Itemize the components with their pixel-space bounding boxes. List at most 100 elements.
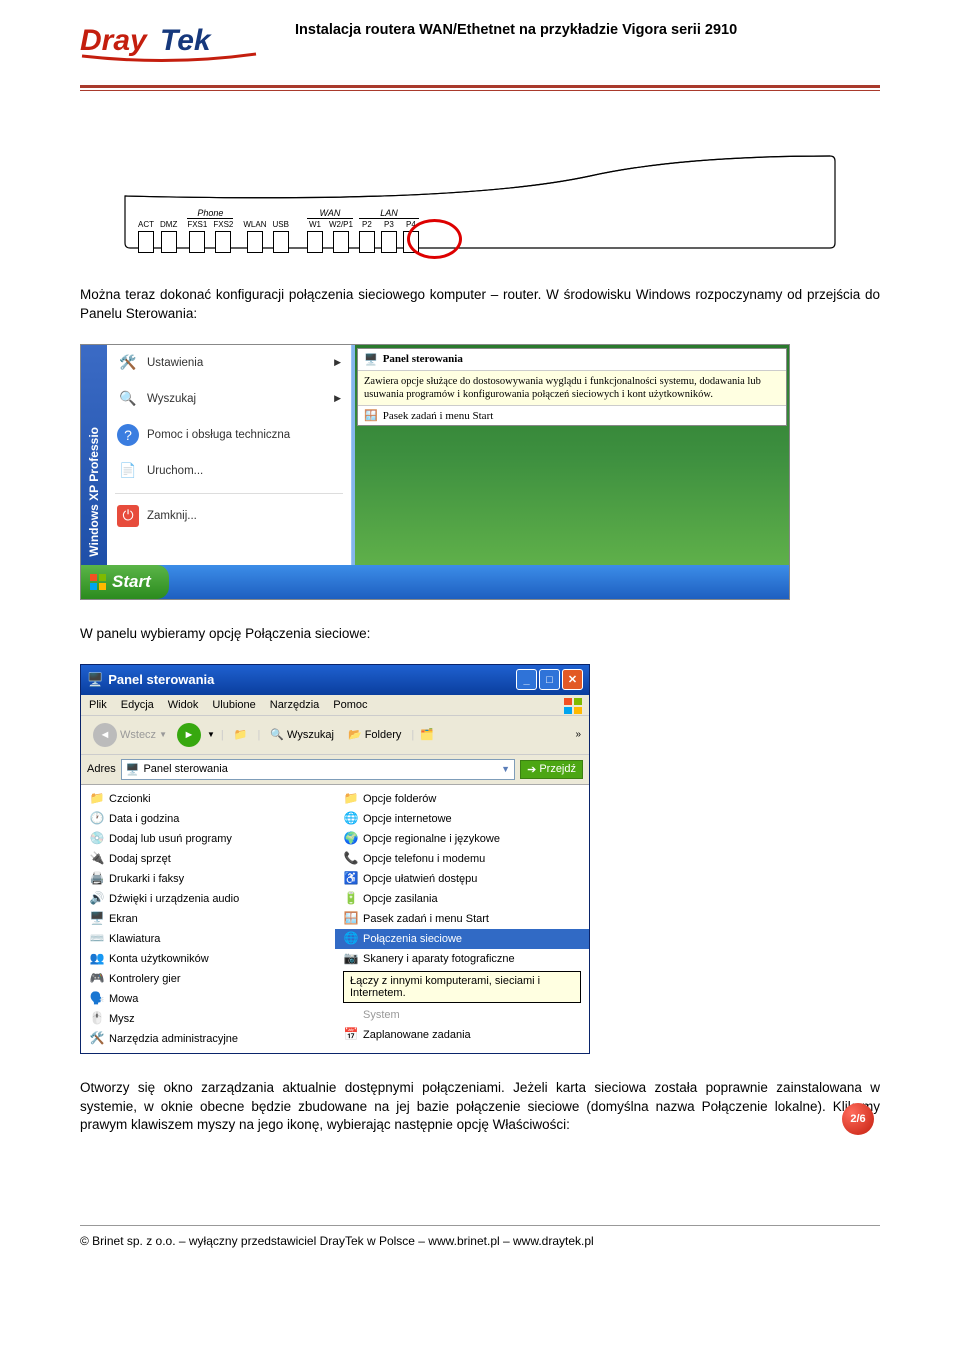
menu-edit[interactable]: Edycja [121,699,154,711]
dropdown-icon[interactable]: ▼ [501,764,510,774]
menu-file[interactable]: Plik [89,699,107,711]
camera-icon: 📷 [343,951,359,967]
phone-group-label: Phone [197,208,223,218]
cp-item-gamectrl[interactable]: 🎮Kontrolery gier [81,969,335,989]
windows-flag-icon [563,697,583,715]
cp-item-addhw[interactable]: 🔌Dodaj sprzęt [81,849,335,869]
control-panel-window: 🖥️ Panel sterowania _ □ ✕ Plik Edycja Wi… [80,664,590,1054]
display-icon: 🖥️ [89,911,105,927]
cp-item-users[interactable]: 👥Konta użytkowników [81,949,335,969]
menu-label: Uruchom... [147,465,203,477]
control-panel-icon: 🖥️ [87,672,103,688]
back-button[interactable]: ◄ Wstecz ▼ [89,721,171,749]
run-icon: 📄 [117,460,139,482]
menu-item-shutdown[interactable]: ⏻ Zamknij... [107,498,351,534]
forward-button[interactable]: ► [177,723,201,747]
cp-item-scanners[interactable]: 📷Skanery i aparaty fotograficzne [335,949,589,969]
toolbar: ◄ Wstecz ▼ ► ▼ | 📁 | 🔍 Wyszukaj 📂 Folder… [81,716,589,755]
control-panel-icon: 🖥️ [126,763,140,776]
cp-item-scheduled[interactable]: 📅Zaplanowane zadania [335,1025,589,1045]
menu-help[interactable]: Pomoc [333,699,367,711]
window-titlebar: 🖥️ Panel sterowania _ □ ✕ [81,665,589,695]
cp-item-fonts[interactable]: 📁Czcionki [81,789,335,809]
cp-item-network-sel[interactable]: 🌐Połączenia sieciowe [335,929,589,949]
tools-icon: 🛠️ [89,1031,105,1047]
tooltip: Łączy z innymi komputerami, sieciami i I… [343,971,581,1003]
cp-item-power[interactable]: 🔋Opcje zasilania [335,889,589,909]
views-button[interactable]: 🗂️ [420,728,434,741]
menu-item-settings[interactable]: 🛠️ Ustawienia ▶ [107,345,351,381]
cp-item-datetime[interactable]: 🕐Data i godzina [81,809,335,829]
paragraph-3: Otworzy się okno zarządzania aktualnie d… [80,1079,880,1136]
menu-label: Pomoc i obsługa techniczna [147,429,290,441]
submenu-arrow-icon: ▶ [334,357,341,368]
popup-control-panel-item[interactable]: 🖥️ Panel sterowania [358,349,786,371]
port-p3: P3 [384,220,394,229]
cp-item-sound[interactable]: 🔊Dźwięki i urządzenia audio [81,889,335,909]
up-button[interactable]: 📁 [230,726,252,743]
menu-item-search[interactable]: 🔍 Wyszukaj ▶ [107,381,351,417]
port-wlan: WLAN [243,220,266,229]
paragraph-1: Można teraz dokonać konfiguracji połącze… [80,286,880,324]
cp-item-display[interactable]: 🖥️Ekran [81,909,335,929]
cp-item-addremove[interactable]: 💿Dodaj lub usuń programy [81,829,335,849]
content-col-2: 📁Opcje folderów 🌐Opcje internetowe 🌍Opcj… [335,789,589,1049]
minimize-button[interactable]: _ [516,669,537,690]
accessibility-icon: ♿ [343,871,359,887]
phone-icon: 📞 [343,851,359,867]
speech-icon: 🗣️ [89,991,105,1007]
calendar-icon: 📅 [343,1027,359,1043]
search-icon: 🔍 [270,728,284,741]
windows-xp-label: Windows XP Professio [87,419,101,565]
menu-label: Ustawienia [147,357,203,369]
hardware-icon: 🔌 [89,851,105,867]
address-input[interactable]: 🖥️ Panel sterowania ▼ [121,759,515,780]
go-button[interactable]: ➔ Przejdź [520,760,583,779]
mouse-icon: 🖱️ [89,1011,105,1027]
search-label: Wyszukaj [287,729,334,741]
menu-item-help[interactable]: ? Pomoc i obsługa techniczna [107,417,351,453]
menu-item-run[interactable]: 📄 Uruchom... [107,453,351,489]
cp-item-internet[interactable]: 🌐Opcje internetowe [335,809,589,829]
draytek-logo: Dray Tek [80,18,260,71]
go-arrow-icon: ➔ [527,763,536,776]
cp-item-speech[interactable]: 🗣️Mowa [81,989,335,1009]
search-button[interactable]: 🔍 Wyszukaj [266,726,338,743]
popup-taskbar-item[interactable]: 🪟 Pasek zadań i menu Start [358,406,786,425]
page-header: Dray Tek Instalacja routera WAN/Ethetnet… [80,0,880,71]
divider-thin [80,90,880,91]
help-icon: ? [117,424,139,446]
document-title: Instalacja routera WAN/Ethetnet na przyk… [260,18,880,38]
cp-item-folderopts[interactable]: 📁Opcje folderów [335,789,589,809]
cp-item-phone[interactable]: 📞Opcje telefonu i modemu [335,849,589,869]
overflow-chevron[interactable]: » [575,729,581,740]
taskbar-icon: 🪟 [343,911,359,927]
cp-item-regional[interactable]: 🌍Opcje regionalne i językowe [335,829,589,849]
cp-item-access[interactable]: ♿Opcje ułatwień dostępu [335,869,589,889]
cp-item-admin[interactable]: 🛠️Narzędzia administracyjne [81,1029,335,1049]
menu-favorites[interactable]: Ulubione [212,699,255,711]
cp-item-mouse[interactable]: 🖱️Mysz [81,1009,335,1029]
cp-item-keyboard[interactable]: ⌨️Klawiatura [81,929,335,949]
start-button[interactable]: Start [81,565,169,599]
cp-item-printers[interactable]: 🖨️Drukarki i faksy [81,869,335,889]
popup-description: Zawiera opcje służące do dostosowywania … [358,371,786,406]
cp-item-taskbar[interactable]: 🪟Pasek zadań i menu Start [335,909,589,929]
power-icon: ⏻ [117,505,139,527]
back-label: Wstecz [120,729,156,741]
startmenu-sidebar: Windows XP Professio [81,345,107,565]
start-menu-screenshot: Windows XP Professio 🛠️ Ustawienia ▶ 🔍 W… [80,344,790,600]
maximize-button[interactable]: □ [539,669,560,690]
cp-item-system[interactable]: System [335,1005,589,1025]
menu-view[interactable]: Widok [168,699,199,711]
go-label: Przejdź [539,763,576,775]
address-label: Adres [87,763,116,775]
close-button[interactable]: ✕ [562,669,583,690]
port-dmz: DMZ [160,220,177,229]
startmenu-right-panel: 🖥️ Panel sterowania Zawiera opcje służąc… [352,345,789,565]
port-w1: W1 [309,220,321,229]
folders-button[interactable]: 📂 Foldery [344,726,405,743]
menu-tools[interactable]: Narzędzia [270,699,320,711]
port-w2p1: W2/P1 [329,220,353,229]
address-value: Panel sterowania [143,763,227,775]
